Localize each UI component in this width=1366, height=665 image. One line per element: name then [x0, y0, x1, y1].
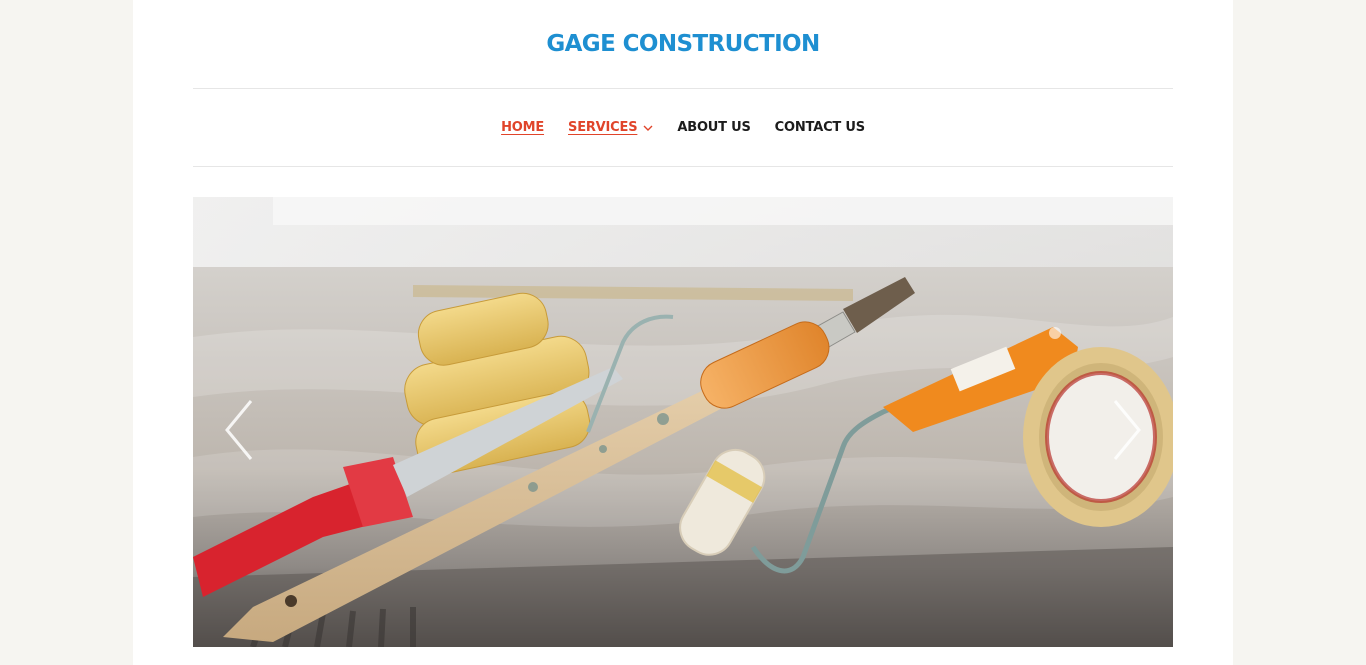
nav-item-services-label: SERVICES [568, 120, 638, 135]
hero-image [193, 197, 1173, 647]
site-title[interactable]: GAGE CONSTRUCTION [133, 29, 1233, 59]
nav-item-services[interactable]: SERVICES [568, 116, 653, 140]
nav-item-home[interactable]: HOME [501, 116, 544, 140]
chevron-down-icon [643, 125, 653, 131]
chevron-right-icon[interactable] [1103, 395, 1147, 465]
page-container: GAGE CONSTRUCTION HOME SERVICES ABOUT US… [133, 0, 1233, 665]
hero-slider[interactable] [193, 197, 1173, 647]
main-navigation: HOME SERVICES ABOUT US CONTACT US [133, 116, 1233, 140]
chevron-left-icon[interactable] [219, 395, 263, 465]
nav-item-about-us[interactable]: ABOUT US [677, 116, 750, 140]
header-divider-top [193, 88, 1173, 89]
nav-item-contact-us[interactable]: CONTACT US [775, 116, 865, 140]
header-divider-bottom [193, 166, 1173, 167]
